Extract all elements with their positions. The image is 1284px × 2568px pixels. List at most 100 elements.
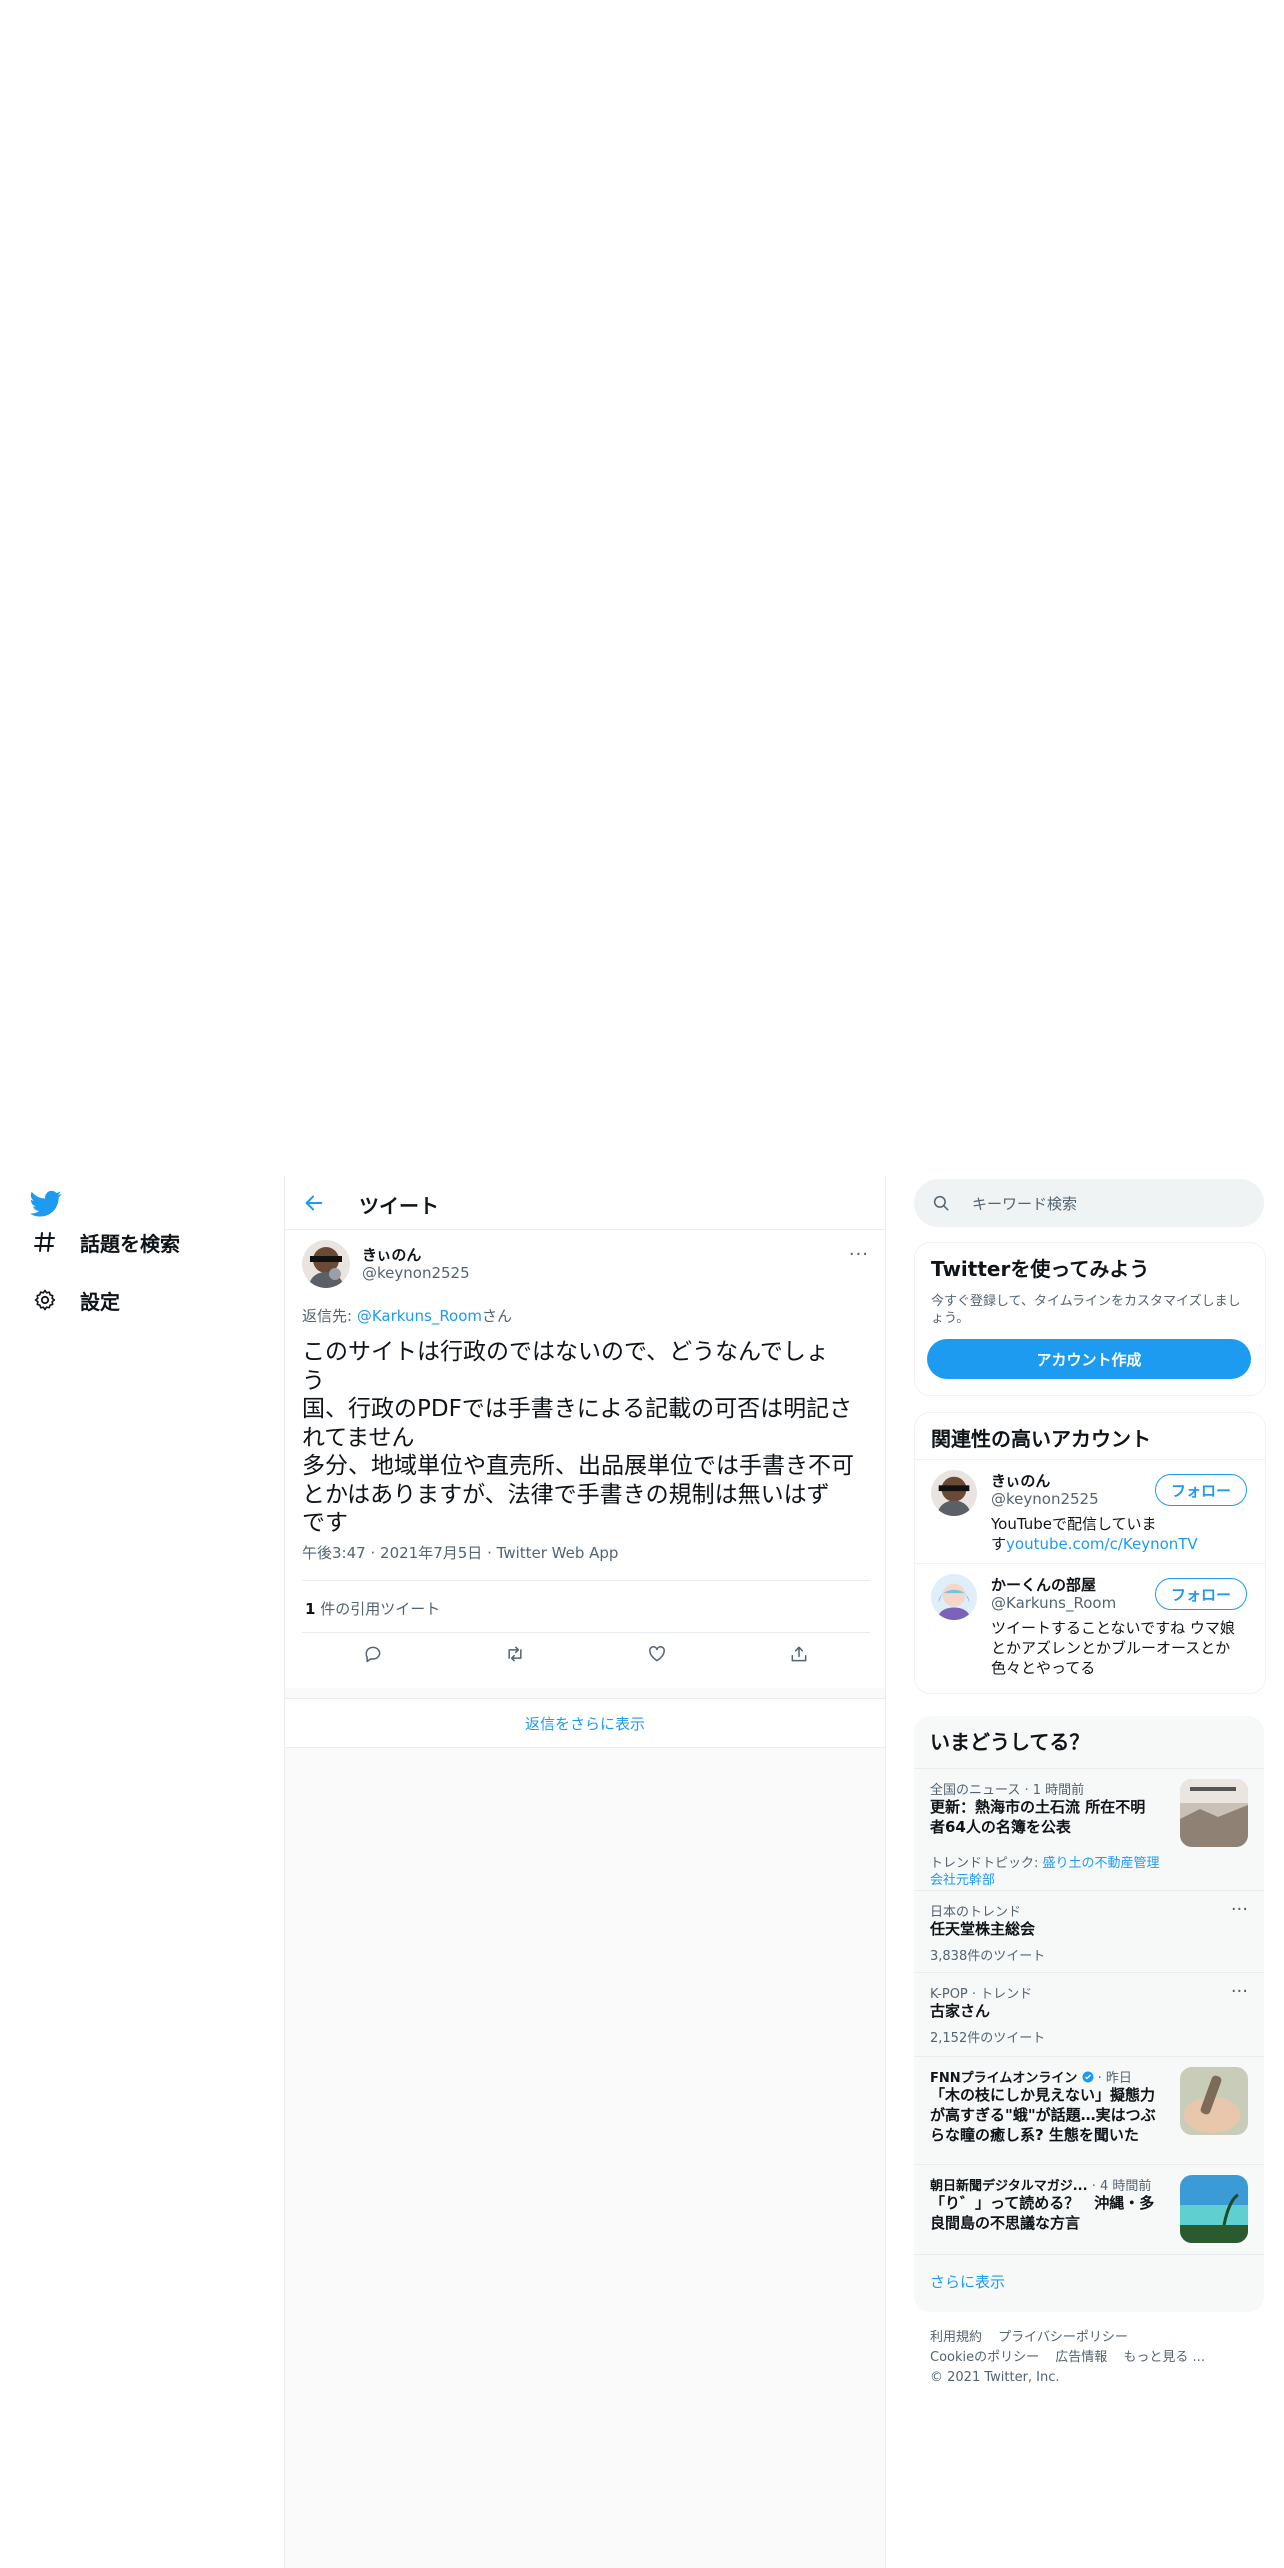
reply-to-handle[interactable]: @Karkuns_Room	[357, 1307, 482, 1325]
more-options-button[interactable]: ···	[1231, 1981, 1248, 2002]
trend-item[interactable]: 朝日新聞デジタルマガジ... · 4 時間前 「り゛」って読める？ 沖縄・多良間…	[914, 2164, 1264, 2255]
news-thumbnail	[1180, 2067, 1248, 2135]
trend-topic-prefix: トレンドトピック:	[930, 1856, 1043, 1871]
related-accounts-card: 関連性の高いアカウント きぃのん @keynon2525 フォロー YouTub…	[914, 1412, 1266, 1694]
divider	[302, 1580, 870, 1581]
trend-context: FNNプライムオンライン · 昨日	[930, 2067, 1132, 2086]
trend-item[interactable]: FNNプライムオンライン · 昨日 「木の枝にしか見えない」擬態力が高すぎる"蛾…	[914, 2056, 1264, 2165]
tweet-actions	[302, 1634, 870, 1674]
signup-description: 今すぐ登録して、タイムラインをカスタマイズしましょう。	[931, 1294, 1241, 1326]
tweet-text-line: れてません	[302, 1424, 415, 1451]
tweet-text-line: このサイトは行政のではないので、どうなんでしょ	[302, 1339, 829, 1365]
tweet-meta: 午後3:47 · 2021年7月5日 · Twitter Web App	[302, 1542, 618, 1563]
account-name: かーくんの部屋	[991, 1576, 1097, 1594]
gear-icon	[30, 1285, 60, 1315]
tweet-date[interactable]: 2021年7月5日	[380, 1544, 482, 1562]
news-source: FNNプライムオンライン	[930, 2071, 1078, 2086]
show-more-link[interactable]: さらに表示	[930, 2271, 1005, 2292]
nav-settings[interactable]: 設定	[30, 1276, 120, 1324]
quote-count: 1	[305, 1600, 316, 1618]
more-options-button[interactable]: ···	[849, 1244, 869, 1265]
page-header: ツイート	[285, 1176, 885, 1230]
account-item[interactable]: きぃのん @keynon2525 フォロー YouTubeで配信していま すyou…	[915, 1459, 1265, 1564]
reply-to: 返信先: @Karkuns_Roomさん	[302, 1305, 512, 1326]
bio-text: YouTubeで配信していま	[991, 1515, 1157, 1533]
account-handle: @keynon2525	[991, 1490, 1099, 1508]
reply-icon[interactable]	[361, 1642, 385, 1666]
trend-context: K-POP · トレンド	[930, 1987, 1033, 2002]
reply-to-suffix: さん	[482, 1307, 513, 1325]
tweet-text-line: う	[302, 1367, 325, 1394]
tweet-text-line: です	[302, 1510, 348, 1536]
tweet: きぃのん @keynon2525 ··· 返信先: @Karkuns_Roomさ…	[285, 1230, 885, 1686]
bio-link[interactable]: youtube.com/c/KeynonTV	[1006, 1535, 1198, 1553]
footer-link[interactable]: 利用規約	[930, 2330, 982, 2345]
signup-card: Twitterを使ってみよう 今すぐ登録して、タイムラインをカスタマイズしましょ…	[914, 1242, 1266, 1396]
main-column: ツイート きぃのん @keynon2525 ··· 返信先: @Karkuns_…	[284, 1176, 886, 2568]
tweet-text-line: とかはありますが、法律で手書きの規制は無いはず	[302, 1481, 830, 1508]
footer-link[interactable]: プライバシーポリシー	[998, 2330, 1128, 2345]
trend-context: 日本のトレンド	[930, 1905, 1022, 1920]
avatar[interactable]	[931, 1574, 977, 1620]
signup-title: Twitterを使ってみよう	[931, 1257, 1150, 1281]
show-more-row: さらに表示	[914, 2254, 1264, 2313]
footer-link[interactable]: もっと見る ...	[1123, 2350, 1205, 2365]
quote-label: 件の引用ツイート	[315, 1600, 441, 1618]
trend-context: 全国のニュース · 1 時間前	[930, 1783, 1085, 1798]
trend-item[interactable]: K-POP · トレンド 古家さん 2,152件のツイート ···	[914, 1972, 1264, 2057]
twitter-bird-icon[interactable]	[30, 1190, 62, 1218]
nav-settings-label: 設定	[80, 1289, 120, 1314]
news-time: · 昨日	[1097, 2071, 1132, 2086]
back-arrow-icon[interactable]	[303, 1192, 325, 1214]
account-bio: YouTubeで配信していま すyoutube.com/c/KeynonTV	[991, 1514, 1241, 1554]
footer-link[interactable]: Cookieのポリシー	[930, 2350, 1039, 2365]
like-icon[interactable]	[645, 1642, 669, 1666]
meta-separator: ·	[370, 1544, 376, 1562]
nav-explore-label: 話題を検索	[80, 1231, 180, 1256]
trend-headline: 任天堂株主総会	[930, 1920, 1036, 1938]
show-more-replies-button[interactable]: 返信をさらに表示	[285, 1698, 885, 1748]
username[interactable]: @keynon2525	[362, 1264, 470, 1282]
tweet-text-line: 多分、地域単位や直売所、出品展単位では手書き不可	[302, 1453, 854, 1479]
hashtag-icon	[30, 1227, 60, 1257]
tweet-source: Twitter Web App	[496, 1544, 619, 1562]
trend-topic: トレンドトピック: 盛り土の不動産管理会社元幹部	[930, 1855, 1160, 1889]
search-bar[interactable]: キーワード検索	[914, 1179, 1264, 1227]
news-thumbnail	[1180, 1779, 1248, 1847]
tweet-time[interactable]: 午後3:47	[302, 1544, 366, 1562]
follow-button[interactable]: フォロー	[1155, 1474, 1247, 1506]
display-name[interactable]: きぃのん	[362, 1244, 421, 1265]
nav-explore[interactable]: 話題を検索	[30, 1218, 180, 1266]
account-bio: ツイートすることないですね ウマ娘とかアズレンとかブルーオースとか色々とやってる	[991, 1619, 1235, 1677]
trend-item[interactable]: 日本のトレンド 任天堂株主総会 3,838件のツイート ···	[914, 1890, 1264, 1973]
trend-tweet-count: 2,152件のツイート	[930, 2031, 1046, 2046]
account-name: きぃのん	[991, 1472, 1051, 1490]
tweet-text-line: 国、行政のPDFでは手書きによる記載の可否は明記さ	[302, 1396, 853, 1422]
trend-headline: 古家さん	[930, 2002, 991, 2020]
footer-link[interactable]: 広告情報	[1055, 2350, 1107, 2365]
trend-context: 朝日新聞デジタルマガジ... · 4 時間前	[930, 2175, 1151, 2194]
share-icon[interactable]	[787, 1642, 811, 1666]
search-icon	[932, 1194, 950, 1212]
trends-card: いまどうしてる？ 全国のニュース · 1 時間前 更新：熱海市の土石流 所在不明…	[914, 1716, 1264, 2312]
search-input[interactable]: キーワード検索	[972, 1193, 1077, 1214]
trend-headline: 「木の枝にしか見えない」擬態力が高すぎる"蛾"が話題…実はつぶらな瞳の癒し系? …	[930, 2086, 1156, 2144]
verified-icon	[1082, 2071, 1094, 2086]
retweet-icon[interactable]	[503, 1642, 527, 1666]
more-options-button[interactable]: ···	[1231, 1899, 1248, 1920]
trends-title: いまどうしてる？	[930, 1730, 1090, 1754]
trend-item[interactable]: 全国のニュース · 1 時間前 更新：熱海市の土石流 所在不明者64人の名簿を公…	[914, 1768, 1264, 1891]
related-title: 関連性の高いアカウント	[931, 1427, 1151, 1451]
tweet-text: このサイトは行政のではないので、どうなんでしょ う 国、行政のPDFでは手書きに…	[302, 1338, 872, 1538]
account-handle: @Karkuns_Room	[991, 1594, 1117, 1612]
quote-tweets-link[interactable]: 1 件の引用ツイート	[305, 1598, 440, 1619]
follow-button[interactable]: フォロー	[1155, 1578, 1247, 1610]
account-item[interactable]: かーくんの部屋 @Karkuns_Room フォロー ツイートすることないですね…	[915, 1563, 1265, 1692]
divider	[302, 1632, 870, 1633]
trend-headline: 「り゛」って読める？ 沖縄・多良間島の不思議な方言	[930, 2194, 1155, 2232]
avatar[interactable]	[931, 1470, 977, 1516]
meta-separator: ·	[487, 1544, 492, 1562]
create-account-button[interactable]: アカウント作成	[927, 1339, 1251, 1379]
main-empty-area	[285, 1688, 885, 2568]
avatar[interactable]	[302, 1240, 350, 1288]
